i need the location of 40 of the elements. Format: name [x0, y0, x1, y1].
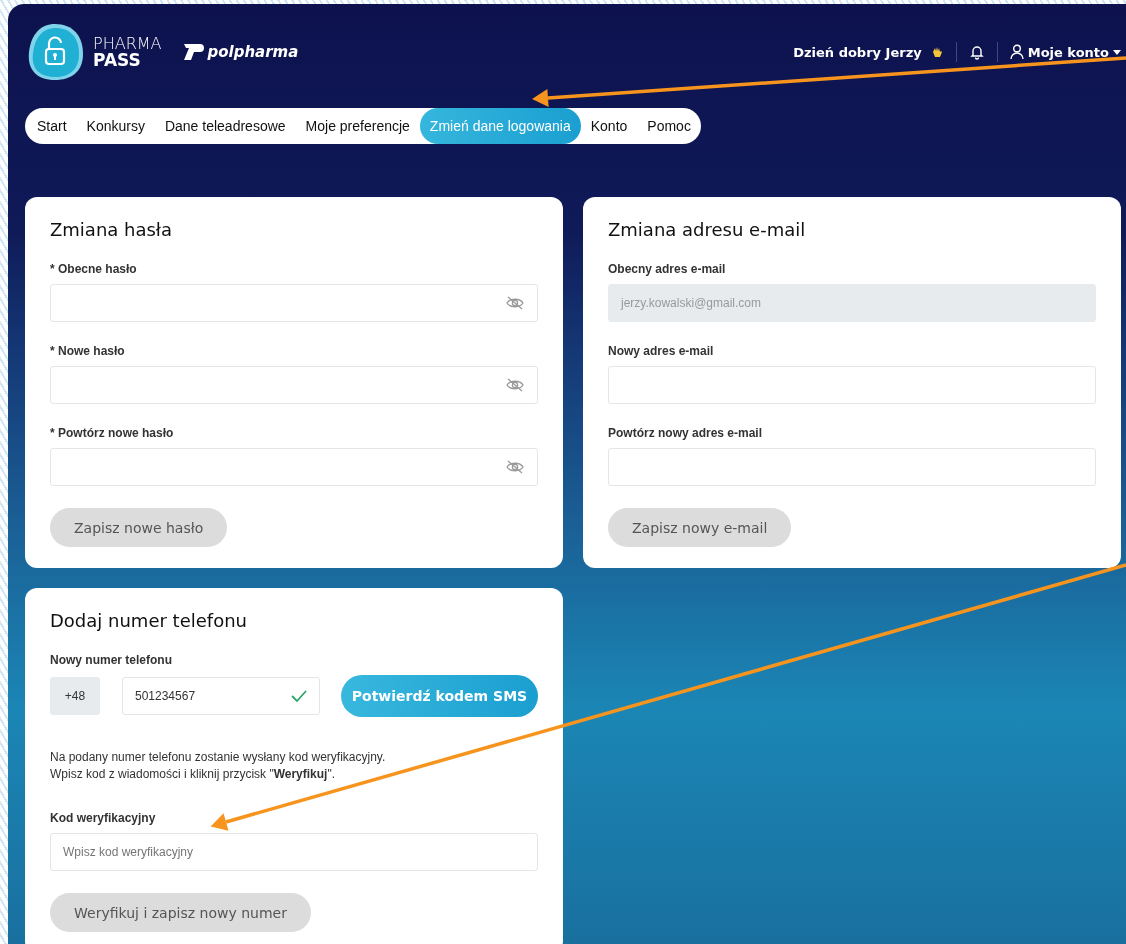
email-field[interactable]: [608, 366, 1096, 404]
phone-field[interactable]: 501234567: [122, 677, 320, 715]
brand-name: PASS: [93, 51, 142, 69]
field-label: * Nowe hasło: [50, 344, 125, 358]
greeting: Dzień dobry Jerzy: [793, 44, 922, 60]
user-icon: [1009, 44, 1024, 60]
code-input-field[interactable]: Wpisz kod weryfikacyjny: [50, 833, 538, 871]
card-title: Zmiana adresu e-mail: [608, 219, 806, 240]
field-label: Obecny adres e-mail: [608, 262, 726, 276]
caret-icon: [1113, 49, 1121, 55]
email-field[interactable]: [608, 448, 1096, 486]
password-field[interactable]: [50, 448, 538, 486]
partner-name: polpharma: [207, 43, 299, 61]
eye-slash-icon[interactable]: [505, 459, 525, 475]
eye-slash-icon[interactable]: [505, 377, 525, 393]
nav-tab[interactable]: Dane teleadresowe: [154, 108, 296, 144]
country-code-field[interactable]: +48: [50, 677, 100, 715]
nav-tab[interactable]: Moje preferencje: [295, 108, 420, 144]
field-label: Nowy numer telefonu: [50, 653, 172, 667]
eye-slash-icon[interactable]: [505, 295, 525, 311]
info-text: Wpisz kod z wiadomości i kliknij przycisk "Weryfikuj".: [50, 766, 337, 783]
nav-tab[interactable]: Start: [27, 108, 77, 144]
email-field: jerzy.kowalski@gmail.com: [608, 284, 1096, 322]
nav-tab[interactable]: Konto: [580, 108, 638, 144]
phone-value: 501234567: [135, 689, 196, 703]
card-title: Zmiana hasła: [50, 219, 173, 240]
field-label: Kod weryfikacyjny: [50, 811, 156, 825]
field-label: * Obecne hasło: [50, 262, 137, 276]
field-label: * Powtórz nowe hasło: [50, 426, 174, 440]
field-label: Nowy adres e-mail: [608, 344, 714, 358]
info-text: Na podany numer telefonu zostanie wysłany kod weryfikacyjny.: [50, 749, 386, 766]
password-field[interactable]: [50, 284, 538, 322]
password-field[interactable]: [50, 366, 538, 404]
nav-tab[interactable]: Pomoc: [637, 108, 701, 144]
brand-name: PHARMA: [93, 35, 162, 52]
field-label: Powtórz nowy adres e-mail: [608, 426, 763, 440]
nav-tab[interactable]: Konkursy: [76, 108, 155, 144]
bell-icon[interactable]: [968, 44, 985, 60]
card-title: Dodaj numer telefonu: [50, 610, 247, 631]
account-menu-button[interactable]: Moje konto: [1009, 44, 1121, 60]
